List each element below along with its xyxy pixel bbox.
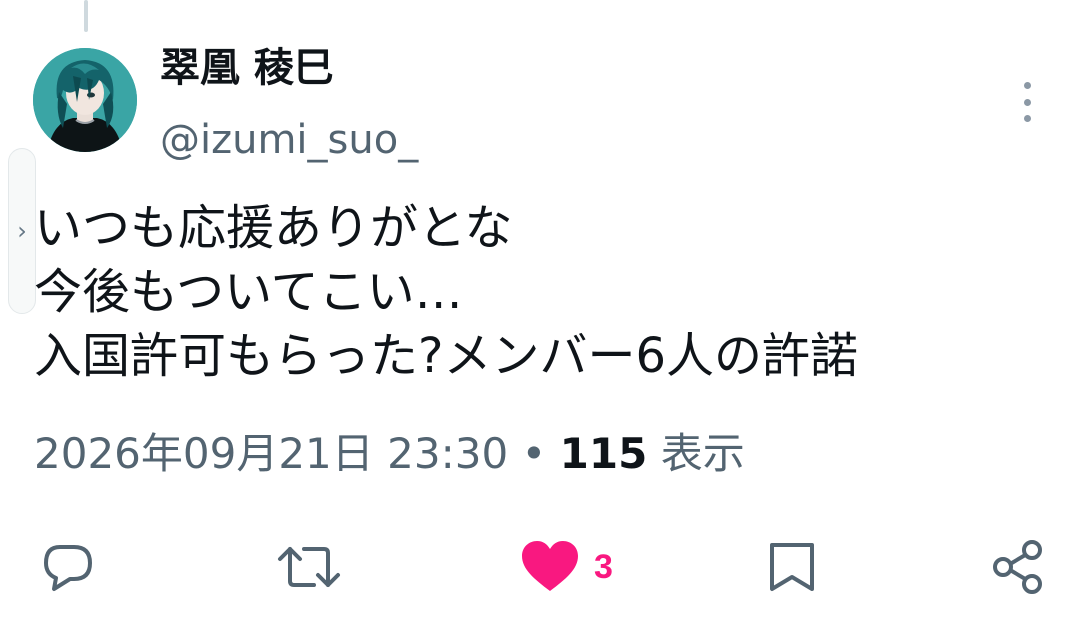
- thread-connector-line: [84, 0, 88, 32]
- retweet-button[interactable]: [276, 532, 342, 602]
- tweet-text-line: いつも応援ありがとな: [34, 200, 513, 256]
- views-count: 115: [559, 429, 648, 478]
- more-dot-icon: [1023, 115, 1031, 122]
- views-label: 表示: [660, 429, 745, 478]
- like-button[interactable]: 3: [520, 532, 613, 602]
- avatar-illustration: [33, 48, 137, 152]
- action-bar: 3: [0, 532, 1080, 602]
- more-dot-icon: [1023, 82, 1031, 89]
- author-display-name[interactable]: 翠凰 稜巳: [160, 40, 334, 96]
- bookmark-button[interactable]: [766, 532, 818, 602]
- tweet-text: いつも応援ありがとな 今後もついてこい… 入国許可もらった?メンバー6人の許諾: [34, 196, 1044, 388]
- chevron-right-icon: ›: [17, 217, 27, 245]
- bookmark-icon: [770, 543, 814, 591]
- author-handle[interactable]: @izumi_suo_: [160, 112, 418, 168]
- tweet-card: 翠凰 稜巳 @izumi_suo_ › いつも応援ありがとな 今後もついてこい……: [0, 0, 1080, 632]
- meta-separator: •: [521, 429, 547, 478]
- heart-icon: [522, 541, 578, 591]
- timestamp[interactable]: 2026年09月21日 23:30: [34, 429, 508, 478]
- reply-icon: [44, 545, 92, 591]
- side-panel-toggle[interactable]: ›: [8, 148, 36, 314]
- tweet-text-line: 入国許可もらった?メンバー6人の許諾: [34, 328, 859, 384]
- retweet-icon: [278, 547, 340, 587]
- share-button[interactable]: [988, 532, 1048, 602]
- more-dot-icon: [1023, 98, 1031, 106]
- share-icon: [993, 540, 1042, 594]
- avatar[interactable]: [33, 48, 137, 152]
- tweet-text-line: 今後もついてこい…: [34, 264, 463, 320]
- like-count: 3: [594, 547, 613, 586]
- more-options-button[interactable]: [1010, 82, 1044, 122]
- tweet-meta: 2026年09月21日 23:30 • 115 表示: [34, 424, 745, 484]
- reply-button[interactable]: [40, 532, 96, 602]
